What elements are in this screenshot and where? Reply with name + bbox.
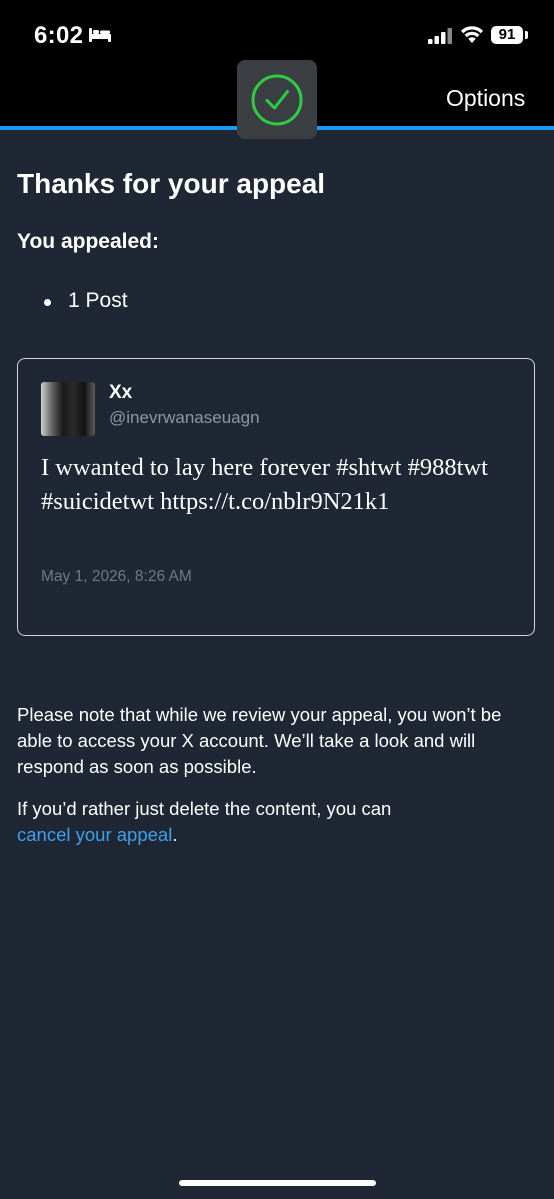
list-item: 1 Post (44, 289, 128, 313)
checkmark-icon (251, 74, 303, 126)
page-title: Thanks for your appeal (17, 168, 326, 199)
success-badge (237, 60, 317, 139)
cancel-prefix: If you’d rather just delete the content,… (17, 798, 392, 819)
status-time: 6:02 (34, 22, 84, 49)
avatar (41, 382, 95, 436)
appealed-heading: You appealed: (17, 230, 159, 253)
bed-icon (88, 27, 112, 48)
cancel-suffix: . (172, 824, 178, 845)
home-indicator[interactable] (179, 1180, 376, 1186)
bullet-dot (44, 299, 51, 306)
list-item-label: 1 Post (68, 289, 128, 312)
post-timestamp: May 1, 2026, 8:26 AM (41, 568, 192, 585)
battery-indicator: 91 (491, 26, 523, 44)
appealed-post-card: Xx @inevrwanaseuagn I wwanted to lay her… (17, 358, 535, 636)
post-text: I wwanted to lay here forever #shtwt #98… (41, 454, 488, 515)
review-note: Please note that while we review your ap… (17, 704, 502, 777)
battery-tip (525, 31, 528, 39)
options-button[interactable]: Options (446, 85, 525, 112)
cellular-signal-icon (428, 28, 454, 49)
cancel-appeal-link[interactable]: cancel your appeal (17, 824, 172, 845)
appealed-list: 1 Post (44, 289, 128, 313)
wifi-icon (460, 24, 484, 49)
cancel-paragraph: If you’d rather just delete the content,… (17, 796, 537, 848)
post-author-handle: @inevrwanaseuagn (109, 408, 260, 427)
post-author-name: Xx (109, 382, 133, 403)
